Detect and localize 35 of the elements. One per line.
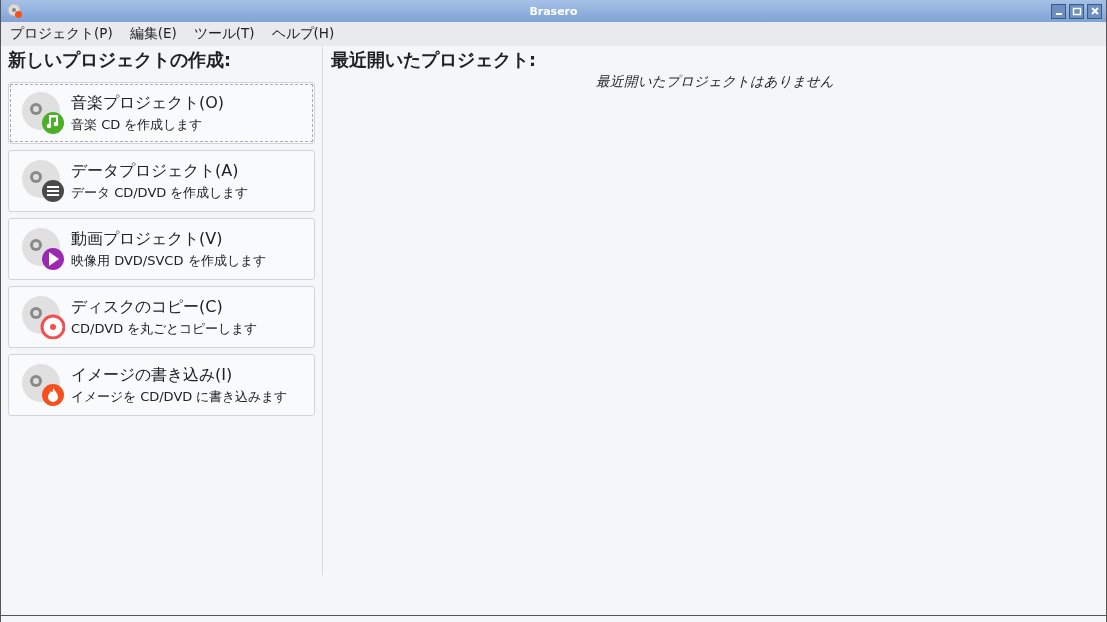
minimize-button[interactable] xyxy=(1051,3,1066,19)
menu-item[interactable]: 編集(E) xyxy=(129,25,177,43)
project-button[interactable]: 動画プロジェクト(V) 映像用 DVD/SVCD を作成します xyxy=(8,218,315,280)
section-heading: 新しいプロジェクトの作成: xyxy=(8,49,232,72)
menu-item[interactable]: ツール(T) xyxy=(193,25,255,43)
project-title: ディスクのコピー(C) xyxy=(71,296,224,318)
menu-item[interactable]: プロジェクト(P) xyxy=(10,25,113,43)
project-title: イメージの書き込み(I) xyxy=(71,364,234,386)
disc-icon xyxy=(21,295,65,339)
project-button[interactable]: ディスクのコピー(C) CD/DVD を丸ごとコピーします xyxy=(8,286,315,348)
section-heading: 最近開いたプロジェクト: xyxy=(331,49,537,72)
project-description: CD/DVD を丸ごとコピーします xyxy=(71,319,258,338)
maximize-button[interactable] xyxy=(1069,3,1084,19)
minimize-icon xyxy=(1055,13,1062,15)
project-button[interactable]: データプロジェクト(A) データ CD/DVD を作成します xyxy=(8,150,315,212)
project-description: 音楽 CD を作成します xyxy=(71,115,204,134)
window-title: Brasero xyxy=(529,4,578,18)
project-button[interactable]: イメージの書き込み(I) イメージを CD/DVD に書き込みます xyxy=(8,354,315,416)
close-icon xyxy=(1089,6,1100,16)
project-description: 映像用 DVD/SVCD を作成します xyxy=(71,251,266,270)
disc-icon xyxy=(7,3,23,19)
project-button[interactable]: 音楽プロジェクト(O) 音楽 CD を作成します xyxy=(8,82,315,144)
menu-item[interactable]: ヘルプ(H) xyxy=(271,25,335,43)
empty-message: 最近開いたプロジェクトはありません xyxy=(594,73,835,91)
disc-icon xyxy=(21,363,65,407)
project-title: データプロジェクト(A) xyxy=(71,160,240,182)
project-title: 音楽プロジェクト(O) xyxy=(71,92,225,114)
close-button[interactable] xyxy=(1087,3,1102,19)
disc-icon xyxy=(21,159,65,203)
disc-icon xyxy=(21,91,65,135)
project-description: イメージを CD/DVD に書き込みます xyxy=(71,387,288,406)
project-description: データ CD/DVD を作成します xyxy=(71,183,249,202)
disc-icon xyxy=(21,227,65,271)
project-title: 動画プロジェクト(V) xyxy=(71,228,224,250)
maximize-icon xyxy=(1071,6,1082,16)
